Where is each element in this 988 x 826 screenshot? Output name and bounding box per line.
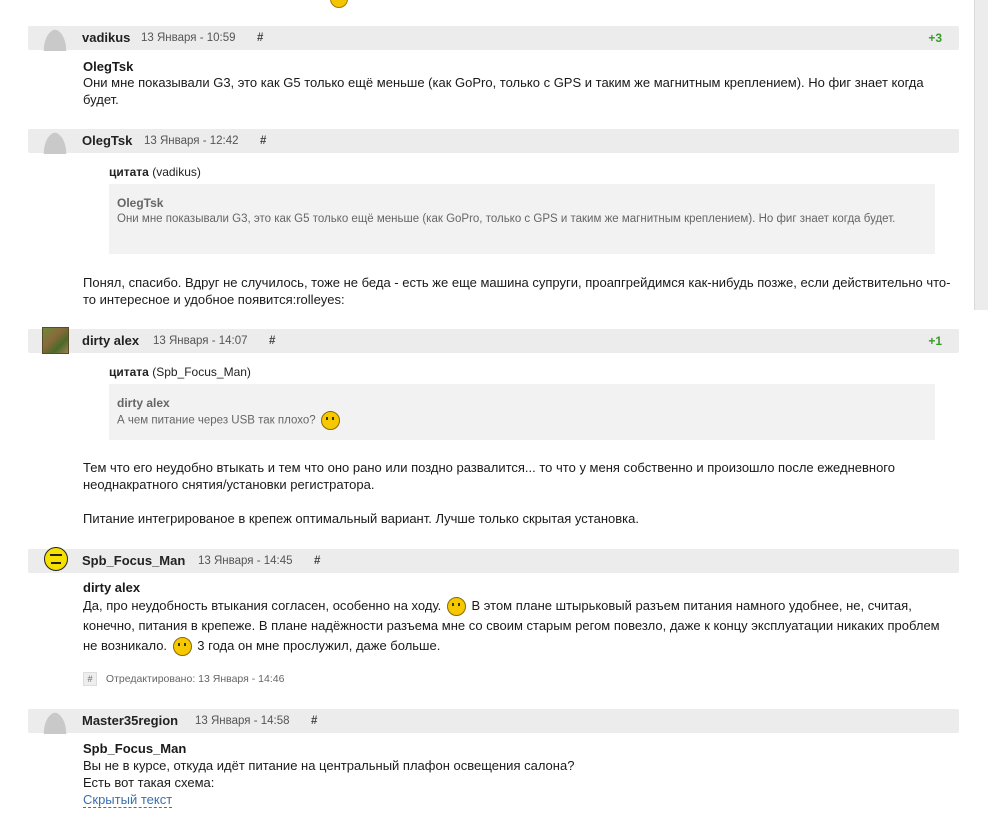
- post-master35region: Master35region 13 Января - 14:58 # Spb_F…: [28, 709, 959, 808]
- confused-smiley-icon: [320, 411, 340, 430]
- post-permalink[interactable]: #: [257, 32, 263, 44]
- quote-source: (Spb_Focus_Man): [152, 365, 251, 379]
- quote-source: (vadikus): [152, 165, 201, 179]
- post-text-line2: Есть вот такая схема:: [83, 775, 215, 790]
- quote-name: dirty alex: [117, 396, 170, 410]
- quote-text: А чем питание через USB так плохо?: [117, 414, 316, 427]
- post-date: 13 Января - 14:07: [153, 335, 248, 347]
- post-header: Spb_Focus_Man 13 Января - 14:45 #: [28, 547, 959, 573]
- smiley-icon: [330, 0, 348, 8]
- hidden-text-link[interactable]: Скрытый текст: [83, 792, 173, 808]
- post-header: OlegTsk 13 Января - 12:42 #: [28, 129, 959, 154]
- post-username[interactable]: dirty alex: [82, 333, 139, 348]
- quote-box: dirty alex А чем питание через USB так п…: [109, 384, 935, 440]
- hidden-text-row: Скрытый текст: [83, 791, 953, 808]
- addressee[interactable]: Spb_Focus_Man: [83, 740, 953, 757]
- quote-label: цитата: [109, 365, 149, 379]
- post-olegtsk: OlegTsk 13 Января - 12:42 # цитата (vadi…: [28, 129, 959, 307]
- happy-smiley-icon: [172, 637, 192, 657]
- scrollbar[interactable]: [974, 0, 988, 310]
- post-text-line1: Вы не в курсе, откуда идёт питание на це…: [83, 758, 575, 773]
- post-date: 13 Января - 10:59: [141, 32, 236, 44]
- post-header: vadikus 13 Января - 10:59 # +3: [28, 26, 959, 51]
- post-username[interactable]: Master35region: [82, 713, 178, 728]
- post-text: Понял, спасибо. Вдруг не случилось, тоже…: [83, 275, 951, 307]
- edited-note: # Отредактировано: 13 Января - 14:46: [83, 672, 284, 686]
- edited-permalink[interactable]: #: [83, 672, 97, 686]
- post-dirty-alex: dirty alex 13 Января - 14:07 # +1 цитата…: [28, 327, 959, 526]
- post-header: Master35region 13 Января - 14:58 #: [28, 709, 959, 734]
- post-username[interactable]: vadikus: [82, 30, 130, 45]
- post-permalink[interactable]: #: [314, 555, 320, 567]
- quote-name: OlegTsk: [117, 196, 164, 210]
- post-username[interactable]: OlegTsk: [82, 133, 132, 148]
- quote-text: Они мне показывали G3, это как G5 только…: [117, 213, 896, 225]
- post-rating: +3: [928, 31, 942, 45]
- post-permalink[interactable]: #: [311, 715, 317, 727]
- quote-box: OlegTsk Они мне показывали G3, это как G…: [109, 184, 935, 254]
- quote-header: цитата (vadikus): [109, 165, 201, 179]
- edited-text: Отредактировано: 13 Января - 14:46: [105, 673, 285, 685]
- post-spb-focus-man: Spb_Focus_Man 13 Января - 14:45 # dirty …: [28, 547, 959, 686]
- post-vadikus: vadikus 13 Января - 10:59 # +3 OlegTsk О…: [28, 26, 959, 107]
- quote-text-row: А чем питание через USB так плохо?: [117, 411, 917, 430]
- default-avatar-icon: [42, 710, 68, 734]
- post-text-a: Да, про неудобность втыкания согласен, о…: [83, 598, 442, 613]
- post-text-2: Питание интегрированое в крепеж оптималь…: [83, 511, 639, 526]
- user-photo-avatar: [42, 327, 69, 354]
- post-permalink[interactable]: #: [269, 335, 275, 347]
- post-date: 13 Января - 14:45: [198, 555, 293, 567]
- post-text: Да, про неудобность втыкания согласен, о…: [83, 596, 953, 657]
- post-permalink[interactable]: #: [260, 135, 266, 147]
- addressee[interactable]: dirty alex: [83, 579, 953, 596]
- post-text-c: 3 года он мне прослужил, даже больше.: [197, 638, 441, 654]
- post-date: 13 Января - 14:58: [195, 715, 290, 727]
- post-text: Они мне показывали G3, это как G5 только…: [83, 75, 924, 107]
- quote-label: цитата: [109, 165, 149, 179]
- default-avatar-icon: [42, 130, 68, 154]
- post-header: dirty alex 13 Января - 14:07 # +1: [28, 327, 959, 354]
- post-rating: +1: [928, 334, 942, 348]
- post-username[interactable]: Spb_Focus_Man: [82, 553, 185, 568]
- frown-smiley-icon: [446, 597, 466, 617]
- post-date: 13 Января - 12:42: [144, 135, 239, 147]
- smiley-avatar-icon: [44, 547, 68, 571]
- default-avatar-icon: [42, 27, 68, 51]
- post-text: Тем что его неудобно втыкать и тем что о…: [83, 460, 895, 492]
- addressee[interactable]: OlegTsk: [83, 58, 953, 75]
- quote-header: цитата (Spb_Focus_Man): [109, 365, 251, 379]
